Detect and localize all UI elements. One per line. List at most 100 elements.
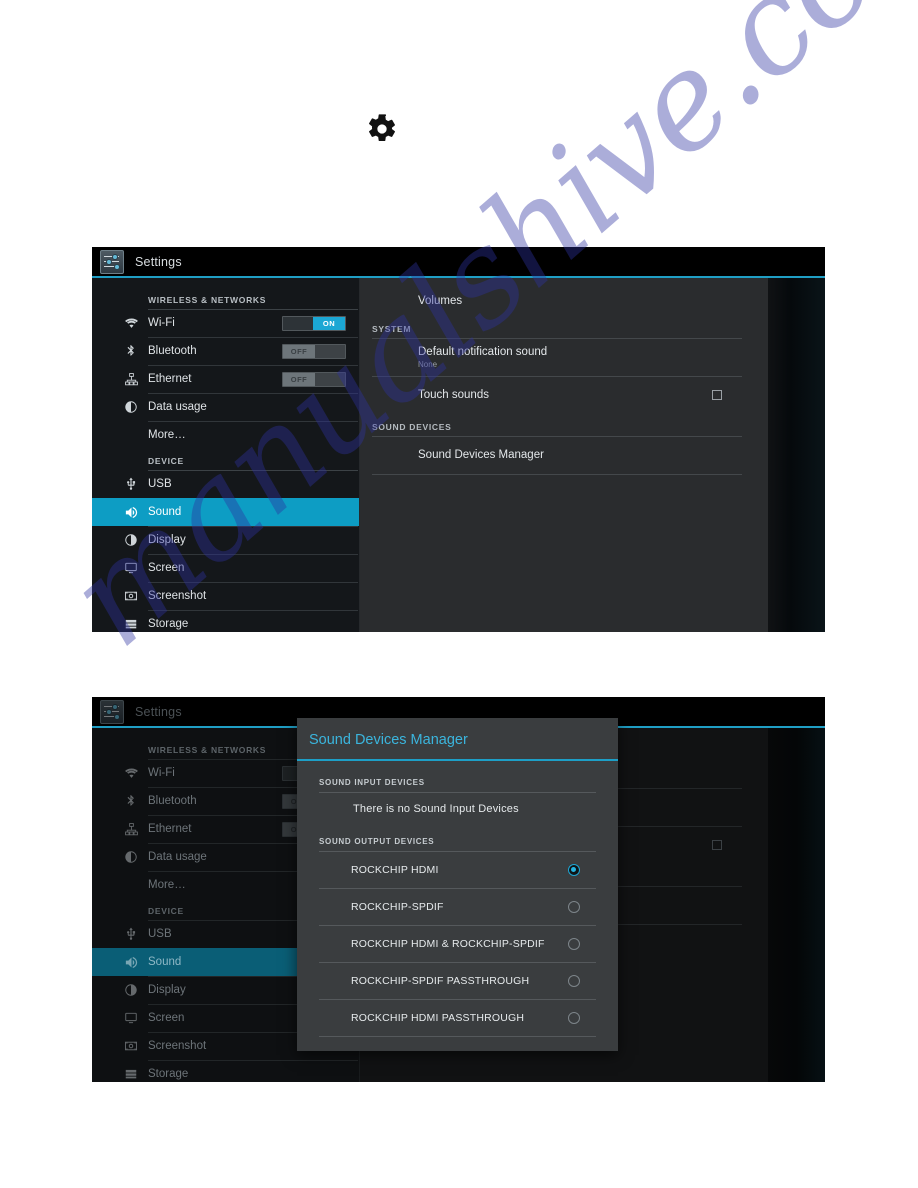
sidebar-item-label: Data usage <box>148 851 207 863</box>
sidebar-item-sound[interactable]: Sound <box>92 498 360 526</box>
usb-icon <box>123 926 139 942</box>
wifi-icon <box>123 765 139 781</box>
dialog-option-rockchip-hdmi-passthrough[interactable]: ROCKCHIP HDMI PASSTHROUGH <box>313 999 602 1036</box>
sound-settings-content: Volumes SYSTEM Default notification soun… <box>360 278 825 632</box>
divider <box>319 962 596 963</box>
sidebar-item-storage[interactable]: Storage <box>92 1060 360 1082</box>
sidebar-item-bluetooth[interactable]: Bluetooth OFF <box>92 337 360 365</box>
sidebar-item-label: Storage <box>148 618 189 630</box>
dialog-option-rockchip-spdif[interactable]: ROCKCHIP-SPDIF <box>313 888 602 925</box>
divider <box>148 421 358 422</box>
divider <box>148 365 358 366</box>
screenshot-icon <box>123 1038 139 1054</box>
dialog-option-rockchip-hdmi-and-spdif[interactable]: ROCKCHIP HDMI & ROCKCHIP-SPDIF <box>313 925 602 962</box>
empty-message-label: There is no Sound Input Devices <box>353 803 519 815</box>
content-row-default-notification-sound[interactable]: Default notification sound None <box>360 338 768 376</box>
content-section-sound-devices: SOUND DEVICES <box>372 422 452 432</box>
radio-rockchip-hdmi-and-spdif[interactable] <box>568 937 580 950</box>
titlebar: Settings <box>92 247 825 278</box>
data-usage-icon <box>123 399 139 415</box>
sidebar-item-screenshot[interactable]: Screenshot <box>92 582 360 610</box>
sidebar-item-ethernet[interactable]: Ethernet OFF <box>92 365 360 393</box>
display-icon <box>123 982 139 998</box>
row-title: Sound Devices Manager <box>418 449 544 461</box>
content-row-touch-sounds[interactable]: Touch sounds <box>360 376 768 414</box>
content-row-volumes[interactable]: Volumes <box>360 286 768 316</box>
radio-rockchip-hdmi[interactable] <box>568 863 580 876</box>
divider <box>148 526 358 527</box>
dialog-header: Sound Devices Manager <box>297 718 618 761</box>
sidebar-item-label: Screenshot <box>148 590 207 602</box>
row-title: Default notification sound <box>418 345 548 358</box>
sidebar-item-label: Bluetooth <box>148 345 197 357</box>
dialog-bottom-divider <box>319 1036 596 1037</box>
display-icon <box>123 532 139 548</box>
screenshot-settings-sound: Settings WIRELESS & NETWORKS Wi-Fi ON Bl… <box>92 247 825 632</box>
divider <box>319 925 596 926</box>
content-right-gradient <box>768 278 825 632</box>
sound-icon <box>123 504 139 520</box>
divider <box>372 436 742 437</box>
divider <box>372 338 742 339</box>
row-title: Volumes <box>418 295 463 307</box>
content-row-sound-devices-manager[interactable]: Sound Devices Manager <box>360 436 768 474</box>
sidebar-item-usb[interactable]: USB <box>92 470 360 498</box>
sidebar-item-data-usage[interactable]: Data usage <box>92 393 360 421</box>
divider <box>148 470 358 471</box>
option-label: ROCKCHIP-SPDIF PASSTHROUGH <box>351 974 530 987</box>
sound-devices-manager-dialog: Sound Devices Manager SOUND INPUT DEVICE… <box>297 718 618 1051</box>
storage-icon <box>123 616 139 632</box>
screenshot-icon <box>123 588 139 604</box>
divider <box>319 792 596 793</box>
dialog-title: Sound Devices Manager <box>309 732 468 748</box>
sidebar-item-label: Screen <box>148 562 185 574</box>
bluetooth-toggle[interactable]: OFF <box>282 344 346 359</box>
sidebar-item-label: Data usage <box>148 401 207 413</box>
row-subtitle: None <box>418 359 438 369</box>
settings-sidebar: WIRELESS & NETWORKS Wi-Fi ON Bluetooth <box>92 278 360 632</box>
wifi-toggle-label: ON <box>313 317 345 330</box>
touch-sounds-checkbox[interactable] <box>712 390 722 400</box>
divider <box>148 582 358 583</box>
radio-rockchip-hdmi-passthrough[interactable] <box>568 1011 580 1024</box>
sidebar-item-wifi[interactable]: Wi-Fi ON <box>92 309 360 337</box>
sidebar-item-label: Display <box>148 984 186 996</box>
bluetooth-icon <box>123 793 139 809</box>
sidebar-section-wireless: WIRELESS & NETWORKS <box>148 295 267 305</box>
ethernet-toggle[interactable]: OFF <box>282 372 346 387</box>
sidebar-item-storage[interactable]: Storage <box>92 610 360 632</box>
settings-sliders-icon <box>100 249 124 274</box>
sidebar-section-device: DEVICE <box>148 456 184 466</box>
wifi-toggle[interactable]: ON <box>282 316 346 331</box>
sidebar-item-label: Sound <box>148 956 182 968</box>
sidebar-item-label: USB <box>148 478 172 490</box>
option-label: ROCKCHIP-SPDIF <box>351 900 444 913</box>
divider <box>319 999 596 1000</box>
sidebar-item-label: Screen <box>148 1012 185 1024</box>
sidebar-item-screen[interactable]: Screen <box>92 554 360 582</box>
app-title: Settings <box>135 254 182 269</box>
radio-rockchip-spdif-passthrough[interactable] <box>568 974 580 987</box>
sidebar-item-label: Ethernet <box>148 373 192 385</box>
sidebar-item-display[interactable]: Display <box>92 526 360 554</box>
dialog-empty-input-message: There is no Sound Input Devices <box>313 792 602 826</box>
sidebar-item-label: Storage <box>148 1068 189 1080</box>
bluetooth-toggle-label: OFF <box>283 345 315 358</box>
sound-icon <box>123 954 139 970</box>
content-row-bottom-divider <box>360 474 768 476</box>
sidebar-item-label: Ethernet <box>148 823 192 835</box>
ethernet-icon <box>123 821 139 837</box>
sidebar-item-label: Wi-Fi <box>148 317 175 329</box>
ethernet-icon <box>123 371 139 387</box>
dialog-option-rockchip-hdmi[interactable]: ROCKCHIP HDMI <box>313 851 602 888</box>
divider <box>319 851 596 852</box>
dialog-option-rockchip-spdif-passthrough[interactable]: ROCKCHIP-SPDIF PASSTHROUGH <box>313 962 602 999</box>
ethernet-toggle-label: OFF <box>283 373 315 386</box>
option-label: ROCKCHIP HDMI & ROCKCHIP-SPDIF <box>351 937 545 950</box>
radio-rockchip-spdif[interactable] <box>568 900 580 913</box>
wifi-icon <box>123 315 139 331</box>
divider <box>319 888 596 889</box>
sidebar-item-more[interactable]: More… <box>92 421 360 449</box>
divider <box>372 474 742 475</box>
usb-icon <box>123 476 139 492</box>
